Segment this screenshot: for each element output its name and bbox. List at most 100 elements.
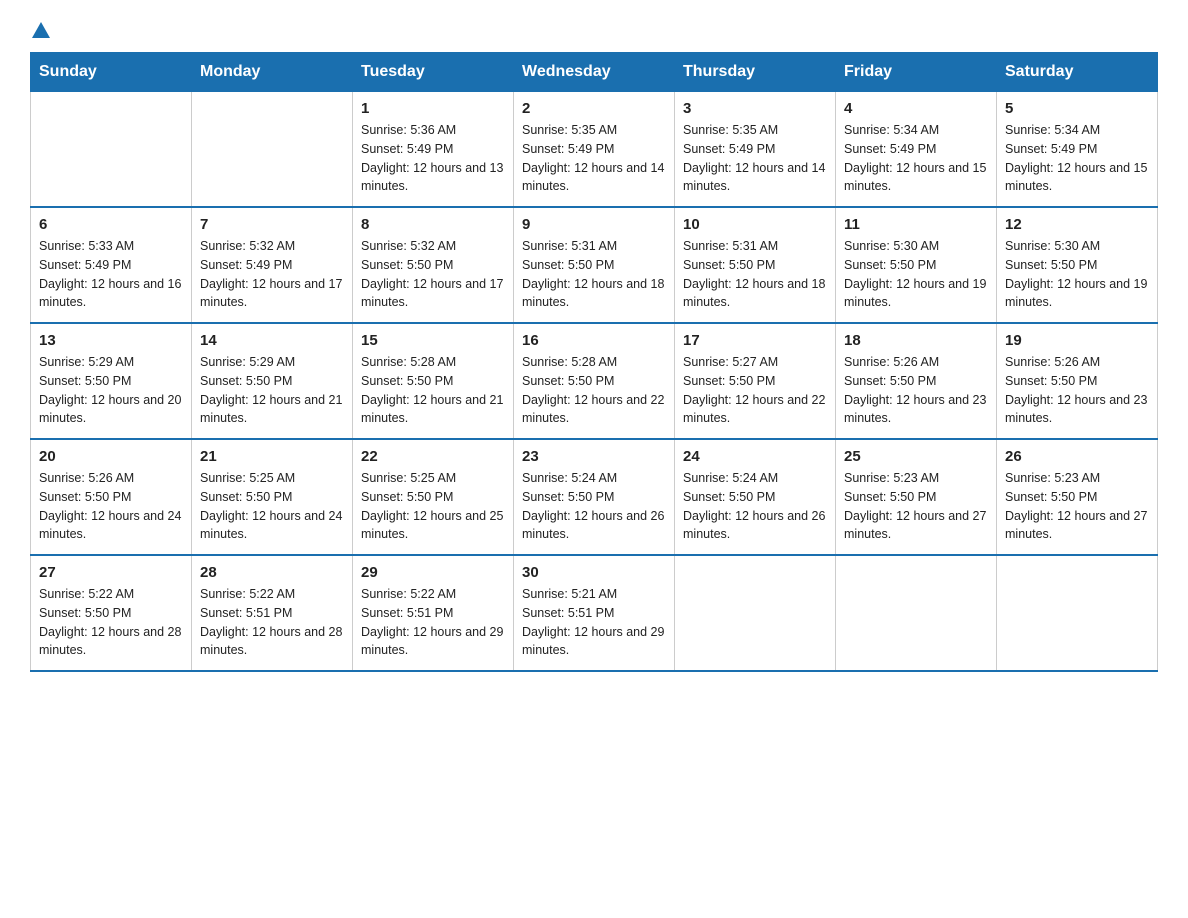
- day-of-week-saturday: Saturday: [997, 53, 1158, 92]
- calendar-cell: 12 Sunrise: 5:30 AMSunset: 5:50 PMDayligh…: [997, 207, 1158, 323]
- day-detail: Sunrise: 5:29 AMSunset: 5:50 PMDaylight:…: [200, 353, 344, 428]
- calendar-cell: 6 Sunrise: 5:33 AMSunset: 5:49 PMDaylight…: [31, 207, 192, 323]
- day-number: 17: [683, 332, 827, 349]
- calendar-cell: 5 Sunrise: 5:34 AMSunset: 5:49 PMDaylight…: [997, 92, 1158, 208]
- day-detail: Sunrise: 5:32 AMSunset: 5:49 PMDaylight:…: [200, 237, 344, 312]
- calendar-cell: 19 Sunrise: 5:26 AMSunset: 5:50 PMDayligh…: [997, 323, 1158, 439]
- calendar-cell: 2 Sunrise: 5:35 AMSunset: 5:49 PMDaylight…: [514, 92, 675, 208]
- calendar-cell: [31, 92, 192, 208]
- day-detail: Sunrise: 5:26 AMSunset: 5:50 PMDaylight:…: [1005, 353, 1149, 428]
- calendar-cell: 29 Sunrise: 5:22 AMSunset: 5:51 PMDayligh…: [353, 555, 514, 671]
- day-of-week-tuesday: Tuesday: [353, 53, 514, 92]
- day-of-week-monday: Monday: [192, 53, 353, 92]
- day-number: 12: [1005, 216, 1149, 233]
- day-detail: Sunrise: 5:24 AMSunset: 5:50 PMDaylight:…: [522, 469, 666, 544]
- day-detail: Sunrise: 5:23 AMSunset: 5:50 PMDaylight:…: [844, 469, 988, 544]
- day-number: 24: [683, 448, 827, 465]
- calendar-week-row: 6 Sunrise: 5:33 AMSunset: 5:49 PMDaylight…: [31, 207, 1158, 323]
- day-of-week-thursday: Thursday: [675, 53, 836, 92]
- day-detail: Sunrise: 5:30 AMSunset: 5:50 PMDaylight:…: [1005, 237, 1149, 312]
- day-detail: Sunrise: 5:26 AMSunset: 5:50 PMDaylight:…: [844, 353, 988, 428]
- day-number: 5: [1005, 100, 1149, 117]
- calendar-week-row: 20 Sunrise: 5:26 AMSunset: 5:50 PMDayligh…: [31, 439, 1158, 555]
- day-detail: Sunrise: 5:23 AMSunset: 5:50 PMDaylight:…: [1005, 469, 1149, 544]
- calendar-week-row: 1 Sunrise: 5:36 AMSunset: 5:49 PMDaylight…: [31, 92, 1158, 208]
- day-detail: Sunrise: 5:28 AMSunset: 5:50 PMDaylight:…: [361, 353, 505, 428]
- calendar-cell: 15 Sunrise: 5:28 AMSunset: 5:50 PMDayligh…: [353, 323, 514, 439]
- day-detail: Sunrise: 5:35 AMSunset: 5:49 PMDaylight:…: [522, 121, 666, 196]
- calendar-cell: 1 Sunrise: 5:36 AMSunset: 5:49 PMDaylight…: [353, 92, 514, 208]
- day-number: 2: [522, 100, 666, 117]
- day-number: 26: [1005, 448, 1149, 465]
- calendar-cell: 16 Sunrise: 5:28 AMSunset: 5:50 PMDayligh…: [514, 323, 675, 439]
- day-number: 6: [39, 216, 183, 233]
- day-number: 9: [522, 216, 666, 233]
- calendar-cell: 21Sunrise: 5:25 AMSunset: 5:50 PMDayligh…: [192, 439, 353, 555]
- calendar-cell: 7 Sunrise: 5:32 AMSunset: 5:49 PMDaylight…: [192, 207, 353, 323]
- day-detail: Sunrise: 5:27 AMSunset: 5:50 PMDaylight:…: [683, 353, 827, 428]
- day-detail: Sunrise: 5:22 AMSunset: 5:51 PMDaylight:…: [361, 585, 505, 660]
- day-detail: Sunrise: 5:33 AMSunset: 5:49 PMDaylight:…: [39, 237, 183, 312]
- calendar-cell: [192, 92, 353, 208]
- day-of-week-friday: Friday: [836, 53, 997, 92]
- calendar-cell: 10Sunrise: 5:31 AMSunset: 5:50 PMDayligh…: [675, 207, 836, 323]
- calendar-cell: 26 Sunrise: 5:23 AMSunset: 5:50 PMDayligh…: [997, 439, 1158, 555]
- calendar-cell: 8 Sunrise: 5:32 AMSunset: 5:50 PMDaylight…: [353, 207, 514, 323]
- calendar-cell: 18 Sunrise: 5:26 AMSunset: 5:50 PMDayligh…: [836, 323, 997, 439]
- day-number: 14: [200, 332, 344, 349]
- day-detail: Sunrise: 5:24 AMSunset: 5:50 PMDaylight:…: [683, 469, 827, 544]
- calendar-cell: [675, 555, 836, 671]
- day-detail: Sunrise: 5:21 AMSunset: 5:51 PMDaylight:…: [522, 585, 666, 660]
- day-detail: Sunrise: 5:36 AMSunset: 5:49 PMDaylight:…: [361, 121, 505, 196]
- day-number: 10: [683, 216, 827, 233]
- day-number: 18: [844, 332, 988, 349]
- day-number: 27: [39, 564, 183, 581]
- day-number: 23: [522, 448, 666, 465]
- day-number: 13: [39, 332, 183, 349]
- day-number: 16: [522, 332, 666, 349]
- logo: [30, 20, 52, 42]
- calendar-week-row: 13 Sunrise: 5:29 AMSunset: 5:50 PMDayligh…: [31, 323, 1158, 439]
- calendar-header-row: SundayMondayTuesdayWednesdayThursdayFrid…: [31, 53, 1158, 92]
- calendar-cell: 23 Sunrise: 5:24 AMSunset: 5:50 PMDayligh…: [514, 439, 675, 555]
- day-detail: Sunrise: 5:34 AMSunset: 5:49 PMDaylight:…: [1005, 121, 1149, 196]
- calendar-week-row: 27 Sunrise: 5:22 AMSunset: 5:50 PMDayligh…: [31, 555, 1158, 671]
- day-detail: Sunrise: 5:25 AMSunset: 5:50 PMDaylight:…: [200, 469, 344, 544]
- calendar-cell: 27 Sunrise: 5:22 AMSunset: 5:50 PMDayligh…: [31, 555, 192, 671]
- day-number: 7: [200, 216, 344, 233]
- day-number: 20: [39, 448, 183, 465]
- day-number: 8: [361, 216, 505, 233]
- calendar-cell: [997, 555, 1158, 671]
- calendar-cell: 13 Sunrise: 5:29 AMSunset: 5:50 PMDayligh…: [31, 323, 192, 439]
- day-detail: Sunrise: 5:25 AMSunset: 5:50 PMDaylight:…: [361, 469, 505, 544]
- page-header: [30, 20, 1158, 42]
- day-detail: Sunrise: 5:32 AMSunset: 5:50 PMDaylight:…: [361, 237, 505, 312]
- calendar-cell: 30Sunrise: 5:21 AMSunset: 5:51 PMDayligh…: [514, 555, 675, 671]
- calendar-cell: 25 Sunrise: 5:23 AMSunset: 5:50 PMDayligh…: [836, 439, 997, 555]
- day-number: 4: [844, 100, 988, 117]
- day-detail: Sunrise: 5:31 AMSunset: 5:50 PMDaylight:…: [522, 237, 666, 312]
- day-number: 15: [361, 332, 505, 349]
- calendar-cell: 3 Sunrise: 5:35 AMSunset: 5:49 PMDaylight…: [675, 92, 836, 208]
- day-number: 28: [200, 564, 344, 581]
- day-detail: Sunrise: 5:28 AMSunset: 5:50 PMDaylight:…: [522, 353, 666, 428]
- day-detail: Sunrise: 5:29 AMSunset: 5:50 PMDaylight:…: [39, 353, 183, 428]
- day-detail: Sunrise: 5:35 AMSunset: 5:49 PMDaylight:…: [683, 121, 827, 196]
- day-number: 25: [844, 448, 988, 465]
- day-number: 11: [844, 216, 988, 233]
- day-of-week-sunday: Sunday: [31, 53, 192, 92]
- day-detail: Sunrise: 5:34 AMSunset: 5:49 PMDaylight:…: [844, 121, 988, 196]
- day-of-week-wednesday: Wednesday: [514, 53, 675, 92]
- day-number: 3: [683, 100, 827, 117]
- calendar-cell: 20 Sunrise: 5:26 AMSunset: 5:50 PMDayligh…: [31, 439, 192, 555]
- day-detail: Sunrise: 5:26 AMSunset: 5:50 PMDaylight:…: [39, 469, 183, 544]
- day-detail: Sunrise: 5:22 AMSunset: 5:51 PMDaylight:…: [200, 585, 344, 660]
- logo-icon: [30, 20, 52, 42]
- day-number: 1: [361, 100, 505, 117]
- calendar-cell: 24 Sunrise: 5:24 AMSunset: 5:50 PMDayligh…: [675, 439, 836, 555]
- day-number: 29: [361, 564, 505, 581]
- calendar-cell: 28 Sunrise: 5:22 AMSunset: 5:51 PMDayligh…: [192, 555, 353, 671]
- calendar-cell: 22Sunrise: 5:25 AMSunset: 5:50 PMDayligh…: [353, 439, 514, 555]
- day-detail: Sunrise: 5:22 AMSunset: 5:50 PMDaylight:…: [39, 585, 183, 660]
- day-number: 19: [1005, 332, 1149, 349]
